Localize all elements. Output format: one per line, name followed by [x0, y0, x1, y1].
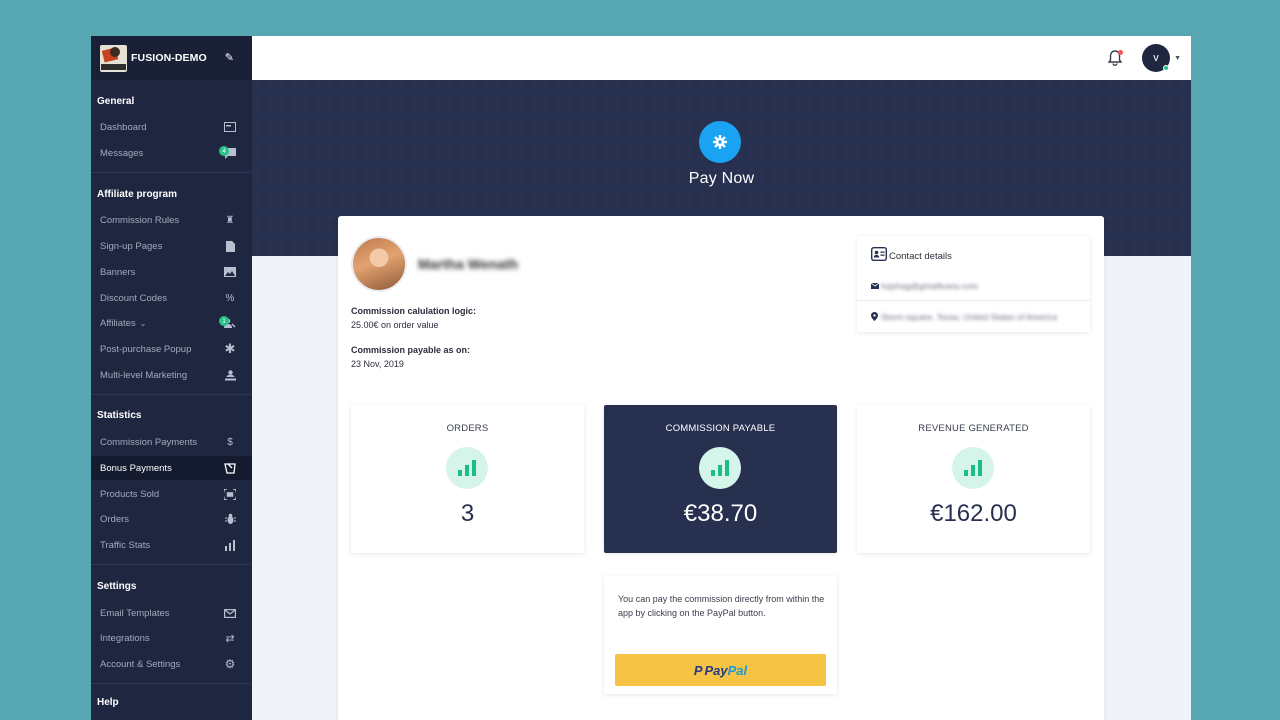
- scan-icon: [224, 488, 236, 500]
- sidebar-item-messages[interactable]: Messages 4: [91, 141, 252, 165]
- image-icon: [224, 266, 236, 278]
- user-network-icon: 1: [219, 316, 236, 329]
- growth-bars-icon: [446, 447, 488, 489]
- dollar-icon: $: [227, 436, 233, 448]
- user-tier-icon: [224, 369, 236, 381]
- cog-icon: ⚙: [224, 657, 236, 671]
- section-title-affiliate: Affiliate program: [97, 189, 178, 200]
- mail-icon: [870, 282, 880, 289]
- notification-dot: [1118, 50, 1123, 55]
- payable-date-value: 23 Nov, 2019: [351, 359, 404, 369]
- paypal-button[interactable]: P Pay Pal: [615, 654, 826, 686]
- stat-commission-payable: COMMISSION PAYABLE €38.70: [604, 405, 837, 553]
- stat-label: REVENUE GENERATED: [918, 423, 1029, 434]
- commission-logic-label: Commission calulation logic:: [351, 306, 477, 316]
- contact-details-card: Contact details hsjshag@gmailtvans.com S…: [857, 236, 1090, 332]
- section-title-statistics: Statistics: [97, 410, 142, 421]
- file-icon: [224, 240, 236, 252]
- contact-email-row: hsjshag@gmailtvans.com: [870, 281, 978, 291]
- section-title-settings: Settings: [97, 581, 137, 592]
- sidebar-item-email-templates[interactable]: Email Templates: [91, 601, 252, 625]
- bug-icon: [224, 513, 236, 525]
- sidebar-item-banners[interactable]: Banners: [91, 260, 252, 284]
- asterisk-icon: ✱: [224, 341, 236, 356]
- sidebar-item-discount-codes[interactable]: Discount Codes %: [91, 286, 252, 310]
- brand-name: FUSION-DEMO: [131, 52, 207, 64]
- stat-revenue-generated: REVENUE GENERATED €162.00: [857, 405, 1090, 553]
- sync-icon: ⇄: [225, 632, 235, 645]
- contact-card-icon: [870, 246, 888, 262]
- gift-icon: [224, 462, 236, 474]
- settings-gear-icon: [699, 121, 741, 163]
- bar-chart-icon: [224, 539, 236, 551]
- app-window: FUSION-DEMO ✎ General Dashboard Messages…: [91, 36, 1191, 720]
- chess-rook-icon: ♜: [225, 214, 235, 226]
- mail-icon: [224, 607, 236, 619]
- stat-orders: ORDERS 3: [351, 405, 584, 553]
- sidebar-item-multi-level-marketing[interactable]: Multi-level Marketing: [91, 363, 252, 387]
- affiliate-avatar: [351, 236, 407, 292]
- section-title-help: Help: [97, 697, 119, 708]
- location-pin-icon: [871, 312, 878, 321]
- payment-instructions: You can pay the commission directly from…: [618, 594, 825, 618]
- contact-email: hsjshag@gmailtvans.com: [881, 281, 978, 291]
- pay-now-card: Martha Wenath Commission calulation logi…: [338, 216, 1104, 720]
- stat-label: ORDERS: [446, 423, 489, 434]
- sidebar-item-commission-payments[interactable]: Commission Payments $: [91, 430, 252, 454]
- percent-icon: %: [225, 292, 235, 304]
- contact-address: Storm square, Texas, United States of Am…: [881, 312, 1058, 322]
- contact-address-row: Storm square, Texas, United States of Am…: [871, 312, 1057, 323]
- stat-value: €38.70: [683, 500, 758, 527]
- section-title-general: General: [97, 96, 135, 107]
- sidebar-item-signup-pages[interactable]: Sign-up Pages: [91, 234, 252, 258]
- payable-date-label: Commission payable as on:: [351, 345, 471, 355]
- affiliate-name: Martha Wenath: [418, 256, 519, 272]
- page-title: Pay Now: [688, 170, 755, 187]
- brand[interactable]: FUSION-DEMO ✎: [91, 36, 252, 80]
- sidebar-item-affiliates[interactable]: Affiliates ⌄ 1: [91, 311, 252, 335]
- pin-icon[interactable]: ✎: [225, 51, 234, 64]
- sidebar-item-commission-rules[interactable]: Commission Rules ♜: [91, 208, 252, 232]
- user-menu-caret-icon[interactable]: ▼: [1174, 55, 1181, 62]
- affiliates-badge: 1: [219, 316, 229, 326]
- contact-details-title: Contact details: [889, 251, 952, 262]
- online-status-dot: [1163, 65, 1169, 71]
- sidebar-item-integrations[interactable]: Integrations ⇄: [91, 626, 252, 650]
- stat-label: COMMISSION PAYABLE: [665, 423, 776, 434]
- sidebar-item-post-purchase-popup[interactable]: Post-purchase Popup ✱: [91, 337, 252, 361]
- growth-bars-icon: [952, 447, 994, 489]
- stat-value: 3: [460, 500, 475, 527]
- dashboard-icon: [224, 121, 236, 133]
- chevron-down-icon: ⌄: [139, 318, 147, 328]
- sidebar-item-bonus-payments[interactable]: Bonus Payments: [91, 456, 252, 480]
- brand-logo: [100, 44, 127, 72]
- sidebar-item-dashboard[interactable]: Dashboard: [91, 115, 252, 139]
- paypal-logo-icon: P: [693, 662, 703, 678]
- commission-logic-value: 25.00€ on order value: [351, 320, 439, 330]
- sidebar-item-account-settings[interactable]: Account & Settings ⚙: [91, 652, 252, 676]
- growth-bars-icon: [699, 447, 741, 489]
- sidebar-item-products-sold[interactable]: Products Sold: [91, 482, 252, 506]
- stat-value: €162.00: [930, 500, 1017, 527]
- paypal-payment-box: You can pay the commission directly from…: [604, 576, 837, 694]
- message-icon: 4: [219, 146, 236, 159]
- sidebar-item-traffic-stats[interactable]: Traffic Stats: [91, 533, 252, 557]
- top-bar: v ▼: [252, 36, 1191, 80]
- sidebar-item-orders[interactable]: Orders: [91, 507, 252, 531]
- sidebar: FUSION-DEMO ✎ General Dashboard Messages…: [91, 36, 252, 720]
- messages-badge: 4: [219, 146, 229, 156]
